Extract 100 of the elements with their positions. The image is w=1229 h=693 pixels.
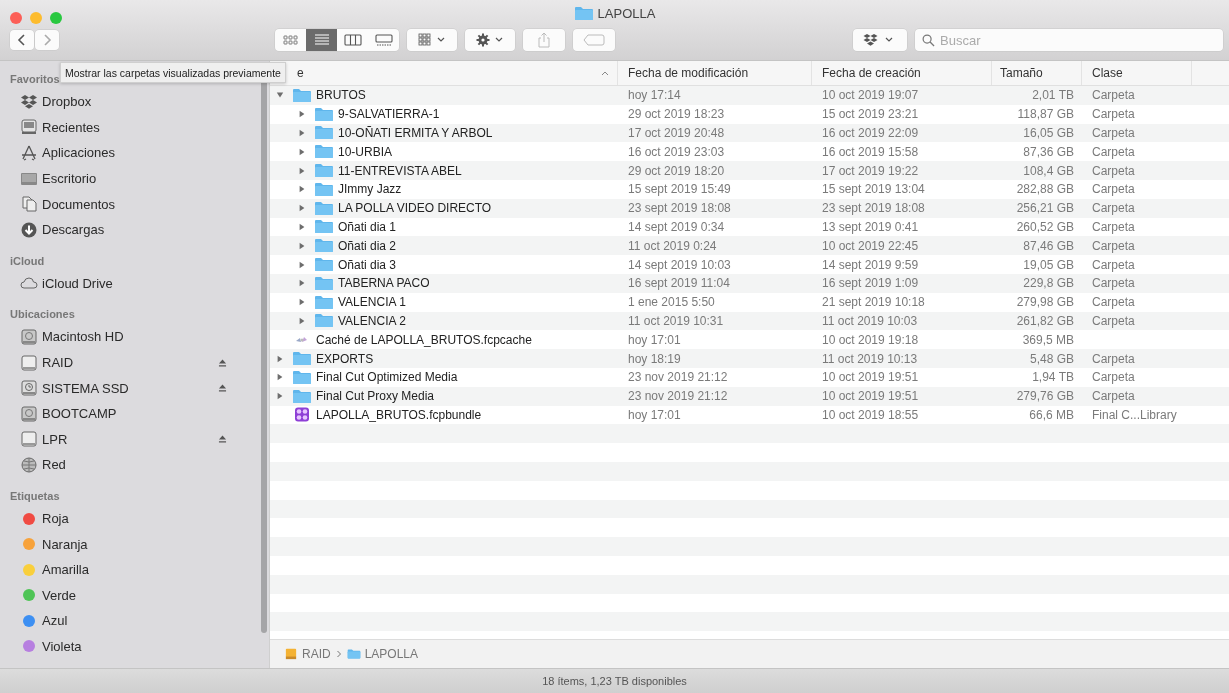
modified-date: 23 sept 2019 18:08: [628, 201, 731, 216]
sidebar-item[interactable]: Roja: [0, 505, 269, 532]
file-size: 261,82 GB: [1016, 313, 1074, 328]
sidebar-item[interactable]: SISTEMA SSD: [0, 375, 269, 401]
sidebar-item[interactable]: Recientes: [0, 114, 269, 141]
file-name[interactable]: Final Cut Optimized Media: [316, 370, 458, 385]
file-size: 108,4 GB: [1023, 163, 1074, 178]
created-date: 10 oct 2019 19:51: [822, 370, 919, 385]
folder-icon: [314, 238, 334, 254]
close-button[interactable]: [10, 12, 22, 24]
disclosure-triangle[interactable]: [298, 166, 306, 175]
file-size: 66,6 MB: [1029, 407, 1074, 422]
file-name[interactable]: Final Cut Proxy Media: [316, 389, 435, 404]
sidebar-item[interactable]: Violeta: [0, 633, 269, 660]
file-size: 279,76 GB: [1016, 389, 1074, 404]
file-name[interactable]: 11-ENTREVISTA ABEL: [338, 163, 462, 178]
modified-date: 11 oct 2019 0:24: [628, 238, 717, 253]
file-size: 5,48 GB: [1029, 351, 1074, 366]
tooltip: Mostrar las carpetas visualizadas previamente: [60, 62, 286, 83]
sidebar-item[interactable]: Azul: [0, 608, 269, 634]
column-header[interactable]: Fecha de creación: [822, 66, 921, 80]
action-button[interactable]: [465, 29, 515, 51]
column-header[interactable]: Fecha de modificación: [628, 66, 749, 80]
search-field[interactable]: Buscar: [915, 29, 1223, 51]
disclosure-triangle[interactable]: [298, 298, 306, 307]
recents-icon: [20, 119, 38, 136]
sidebar-item[interactable]: Red: [0, 452, 269, 478]
file-name[interactable]: LA POLLA VIDEO DIRECTO: [338, 201, 492, 216]
disclosure-triangle[interactable]: [298, 110, 306, 119]
folder-icon: [292, 369, 312, 385]
modified-date: 23 nov 2019 21:12: [628, 389, 728, 404]
file-name[interactable]: JImmy Jazz: [338, 182, 402, 197]
file-name[interactable]: 10-URBIA: [338, 144, 393, 159]
file-name[interactable]: 10-OÑATI ERMITA Y ARBOL: [338, 126, 493, 140]
disclosure-triangle[interactable]: [298, 204, 306, 213]
eject-icon[interactable]: [218, 384, 227, 393]
disclosure-triangle[interactable]: [276, 373, 284, 382]
column-header[interactable]: Tamaño: [1000, 66, 1043, 80]
file-name[interactable]: TABERNA PACO: [338, 276, 430, 291]
disclosure-triangle[interactable]: [298, 316, 306, 325]
file-name[interactable]: EXPORTS: [316, 351, 374, 366]
file-name[interactable]: VALENCIA 1: [338, 295, 406, 310]
file-name[interactable]: Caché de LAPOLLA_BRUTOS.fcpcache: [316, 332, 532, 347]
disclosure-triangle[interactable]: [298, 185, 306, 194]
file-name[interactable]: VALENCIA 2: [338, 313, 406, 328]
sidebar-item[interactable]: Documentos: [0, 191, 269, 217]
sidebar-item[interactable]: Descargas: [0, 216, 269, 243]
status-text: 18 ítems, 1,23 TB disponibles: [542, 675, 687, 687]
file-name[interactable]: BRUTOS: [316, 88, 366, 103]
sidebar-item[interactable]: RAID: [0, 349, 269, 376]
file-size: 279,98 GB: [1016, 295, 1074, 310]
path-item[interactable]: LAPOLLA: [346, 647, 419, 661]
file-name[interactable]: Oñati dia 3: [338, 257, 397, 272]
share-icon: [537, 32, 551, 48]
disclosure-triangle[interactable]: [298, 279, 306, 288]
folder-icon: [314, 181, 334, 197]
external-drive-icon: [20, 354, 38, 371]
file-kind: Final C...Library: [1092, 407, 1177, 422]
disclosure-triangle[interactable]: [298, 147, 306, 156]
disclosure-triangle[interactable]: [298, 260, 306, 269]
desktop-icon: [20, 170, 38, 187]
sidebar-item[interactable]: iCloud Drive: [0, 270, 269, 297]
path-item[interactable]: RAID: [284, 647, 331, 661]
sidebar-item[interactable]: BOOTCAMP: [0, 400, 269, 427]
sidebar-item[interactable]: Aplicaciones: [0, 140, 269, 166]
file-kind: Carpeta: [1092, 107, 1135, 122]
folder-icon: [314, 125, 334, 141]
disclosure-triangle[interactable]: [298, 129, 306, 137]
file-size: 282,88 GB: [1016, 182, 1074, 197]
sidebar-item[interactable]: Naranja: [0, 531, 269, 557]
documents-icon: [20, 196, 38, 213]
sidebar-item[interactable]: Verde: [0, 582, 269, 609]
disclosure-triangle[interactable]: [298, 241, 306, 250]
sidebar-item[interactable]: LPR: [0, 426, 269, 453]
file-kind: Carpeta: [1092, 201, 1135, 216]
sidebar-item[interactable]: Escritorio: [0, 165, 269, 192]
file-name[interactable]: Oñati dia 1: [338, 219, 397, 234]
file-kind: Carpeta: [1092, 219, 1135, 234]
disclosure-triangle[interactable]: [276, 91, 284, 100]
external-drive-icon: [20, 431, 38, 448]
column-header[interactable]: Clase: [1092, 66, 1123, 80]
sidebar-item[interactable]: Macintosh HD: [0, 324, 269, 350]
sidebar-item[interactable]: Dropbox: [0, 89, 269, 115]
disclosure-triangle[interactable]: [276, 354, 284, 363]
sort-caret-icon[interactable]: [601, 70, 609, 76]
drive-icon: [284, 648, 298, 660]
file-name[interactable]: 9-SALVATIERRA-1: [338, 107, 440, 122]
group-button[interactable]: [407, 29, 457, 51]
file-kind: Carpeta: [1092, 313, 1135, 328]
disclosure-triangle[interactable]: [276, 392, 284, 401]
file-name[interactable]: LAPOLLA_BRUTOS.fcpbundle: [316, 407, 482, 422]
disclosure-triangle[interactable]: [298, 222, 306, 231]
eject-icon[interactable]: [218, 358, 227, 367]
column-header[interactable]: e: [297, 66, 304, 80]
dropbox-button[interactable]: [853, 29, 907, 51]
back-icon[interactable]: [10, 30, 34, 50]
file-name[interactable]: Oñati dia 2: [338, 238, 397, 253]
eject-icon[interactable]: [218, 435, 227, 444]
file-size: 19,05 GB: [1023, 257, 1074, 272]
sidebar-item[interactable]: Amarilla: [0, 556, 269, 583]
